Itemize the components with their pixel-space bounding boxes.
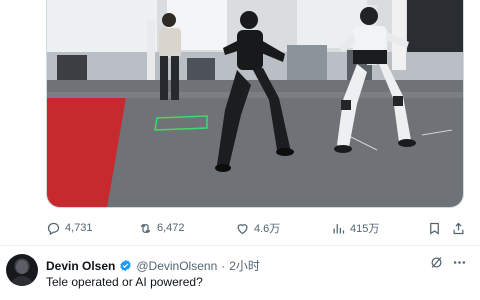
repost-button[interactable]: 6,472 [138,216,185,240]
share-button[interactable] [451,216,466,240]
reply-count: 4,731 [65,222,93,234]
repost-icon [140,223,151,233]
verified-badge-icon [120,259,132,272]
repost-count: 6,472 [157,222,185,234]
reply-text: Tele operated or AI powered? [46,275,203,289]
author-name[interactable]: Devin Olsen [46,259,115,273]
bookmark-icon [430,222,439,235]
reply-button[interactable]: 4,731 [46,216,93,240]
grok-button[interactable] [429,255,444,270]
more-icon [453,261,466,264]
like-button[interactable]: 4.6万 [235,216,280,240]
separator-dot: · [221,258,226,273]
reply-icon [47,222,60,235]
tweet-action-bar: 4,731 6,472 4.6万 415万 [46,216,464,240]
views-chart-icon [333,223,345,233]
thread-divider [0,245,480,246]
views-button[interactable]: 415万 [331,216,379,240]
reply-header: Devin Olsen @DevinOlsenn · 2小时 [46,257,260,274]
tweet-thread-view: 4,731 6,472 4.6万 415万 Devin Olsen @Devin… [0,0,480,300]
avatar[interactable] [6,254,38,286]
author-handle[interactable]: @DevinOlsenn [136,259,217,273]
like-count: 4.6万 [254,223,281,235]
share-icon [453,222,464,234]
more-options-button[interactable] [452,255,467,270]
heart-icon [237,223,248,234]
bookmark-button[interactable] [427,216,442,240]
media-scene [47,0,463,207]
views-count: 415万 [350,223,380,235]
avatar-photo [10,260,34,286]
reply-timestamp[interactable]: 2小时 [229,257,260,274]
grok-icon [431,257,442,268]
tweet-media-photo[interactable] [46,0,464,208]
